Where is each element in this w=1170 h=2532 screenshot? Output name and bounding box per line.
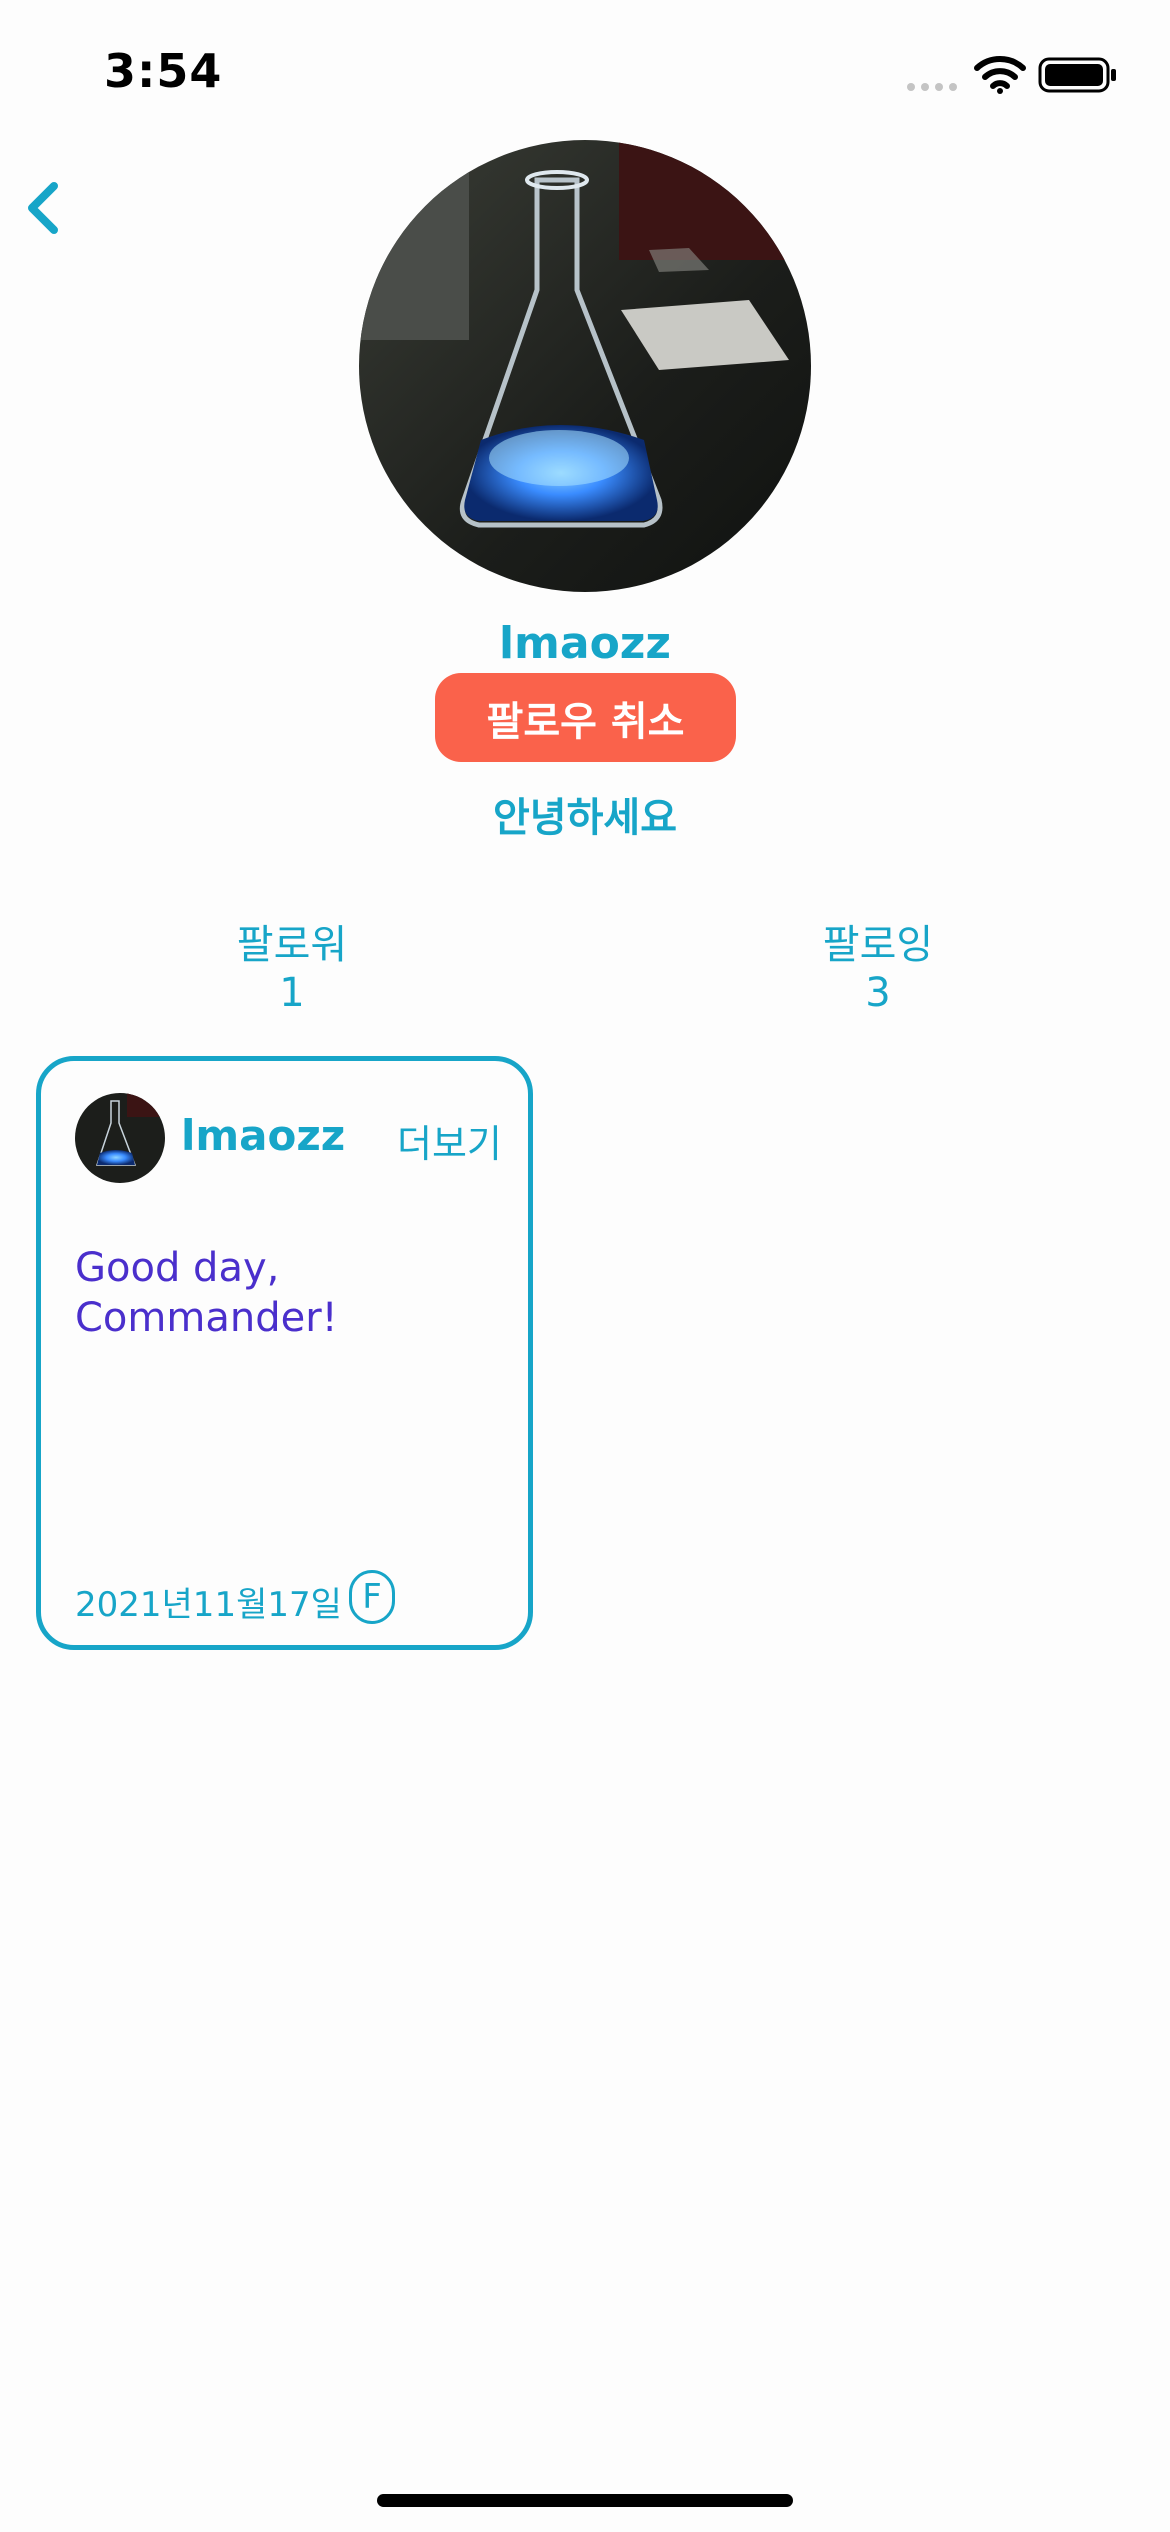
- followers-count: 1: [279, 970, 305, 1016]
- following-label: 팔로잉: [822, 922, 934, 968]
- profile-avatar: [359, 140, 811, 592]
- following-count: 3: [865, 970, 891, 1016]
- post-author-name: lmaozz: [181, 1111, 346, 1160]
- following-stat[interactable]: 팔로잉 3: [728, 921, 1028, 1017]
- profile-bio: 안녕하세요: [493, 795, 677, 841]
- post-author-avatar: [75, 1093, 165, 1183]
- post-card[interactable]: lmaozz 더보기 Good day, Commander! 2021년11월…: [36, 1056, 533, 1650]
- wifi-icon: [974, 56, 1026, 94]
- followers-label: 팔로워: [236, 922, 348, 968]
- post-badge: F: [349, 1570, 395, 1624]
- profile-name: lmaozz: [498, 618, 672, 669]
- post-date: 2021년11월17일: [75, 1585, 342, 1625]
- battery-icon: [1038, 57, 1116, 93]
- status-time: 3:54: [104, 44, 223, 98]
- followers-stat[interactable]: 팔로워 1: [142, 921, 442, 1017]
- chevron-left-icon[interactable]: [14, 172, 74, 242]
- unfollow-button[interactable]: 팔로우 취소: [435, 673, 736, 762]
- home-indicator[interactable]: [377, 2494, 793, 2507]
- signal-icon: [907, 83, 957, 91]
- post-body: Good day, Commander!: [75, 1245, 338, 1341]
- post-more-button[interactable]: 더보기: [397, 1113, 502, 1168]
